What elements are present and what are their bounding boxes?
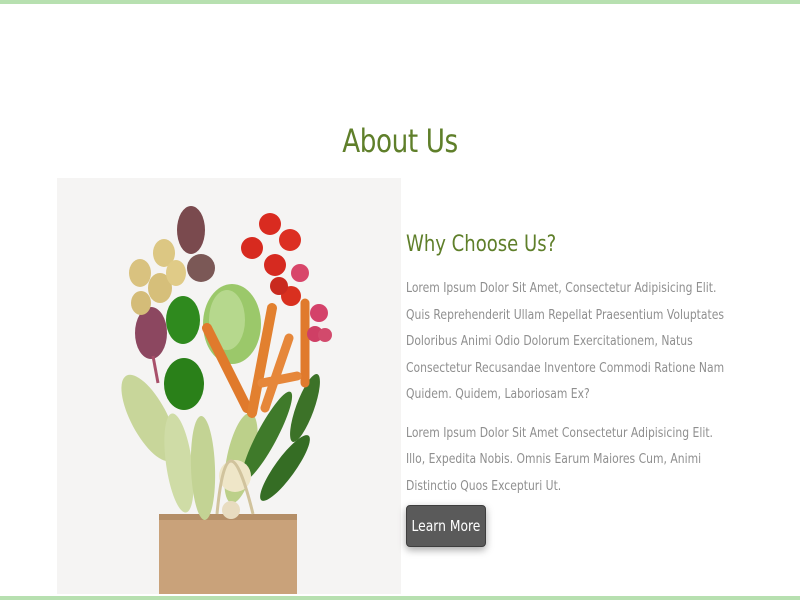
page-title: About Us [342,122,458,160]
bottom-border [0,596,800,600]
why-choose-us-section: Why Choose Us? Lorem Ipsum Dolor Sit Ame… [406,232,746,499]
learn-more-button[interactable]: Learn More [406,505,486,547]
learn-more-label: Learn More [411,517,481,535]
vegetables-in-paper-bag-image [57,178,401,594]
section-heading: Why Choose Us? [406,232,557,257]
top-border [0,0,800,4]
paragraph-1: Lorem Ipsum Dolor Sit Amet, Consectetur … [406,280,725,402]
paragraph-2: Lorem Ipsum Dolor Sit Amet Consectetur A… [406,424,713,494]
